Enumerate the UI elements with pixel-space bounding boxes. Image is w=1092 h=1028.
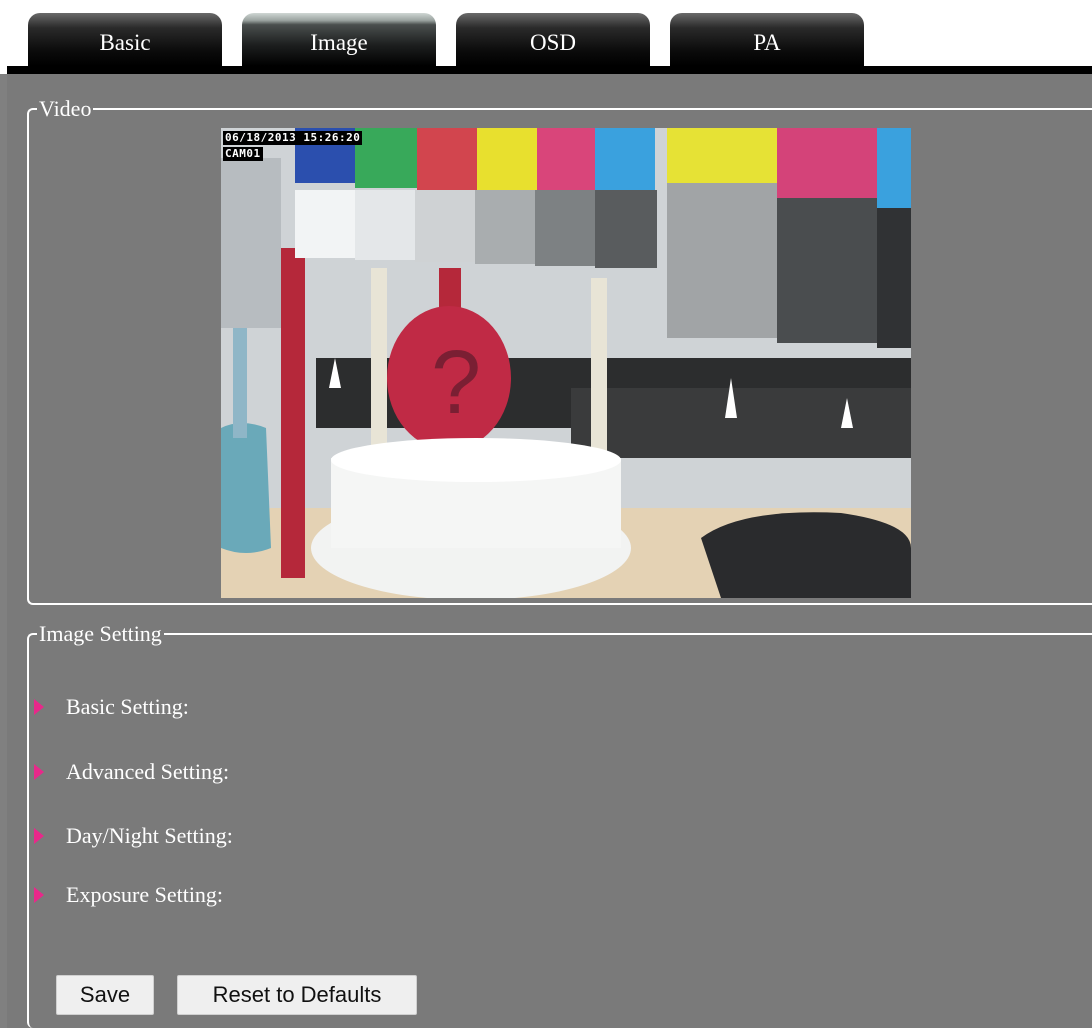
advanced-setting-row[interactable]: Advanced Setting: xyxy=(34,757,229,787)
tab-image[interactable]: Image xyxy=(242,13,436,66)
tab-bar-divider xyxy=(7,66,1092,74)
tab-osd[interactable]: OSD xyxy=(456,13,650,66)
arrow-right-icon xyxy=(34,887,44,903)
day-night-setting-row[interactable]: Day/Night Setting: xyxy=(34,821,233,851)
arrow-right-icon xyxy=(34,764,44,780)
arrow-right-icon xyxy=(34,699,44,715)
save-button[interactable]: Save xyxy=(56,975,154,1015)
basic-setting-row[interactable]: Basic Setting: xyxy=(34,692,189,722)
tab-pa[interactable]: PA xyxy=(670,13,864,66)
tab-bar: Basic Image OSD PA xyxy=(0,0,1092,74)
camera-feed-image: ? xyxy=(221,128,911,598)
reset-to-defaults-button[interactable]: Reset to Defaults xyxy=(177,975,417,1015)
osd-camera-name: CAM01 xyxy=(223,147,263,161)
video-legend: Video xyxy=(37,96,94,122)
day-night-setting-label: Day/Night Setting: xyxy=(66,823,233,848)
svg-text:?: ? xyxy=(431,333,481,433)
osd-datetime: 06/18/2013 15:26:20 xyxy=(223,131,363,145)
arrow-right-icon xyxy=(34,828,44,844)
basic-setting-label: Basic Setting: xyxy=(66,694,189,719)
tab-basic[interactable]: Basic xyxy=(28,13,222,66)
advanced-setting-label: Advanced Setting: xyxy=(66,759,230,784)
image-setting-legend: Image Setting xyxy=(37,621,164,647)
exposure-setting-label: Exposure Setting: xyxy=(66,882,224,907)
video-preview: ? 06/18/2013 15:26:20 CAM01 xyxy=(221,128,911,598)
exposure-setting-row[interactable]: Exposure Setting: xyxy=(34,880,223,910)
